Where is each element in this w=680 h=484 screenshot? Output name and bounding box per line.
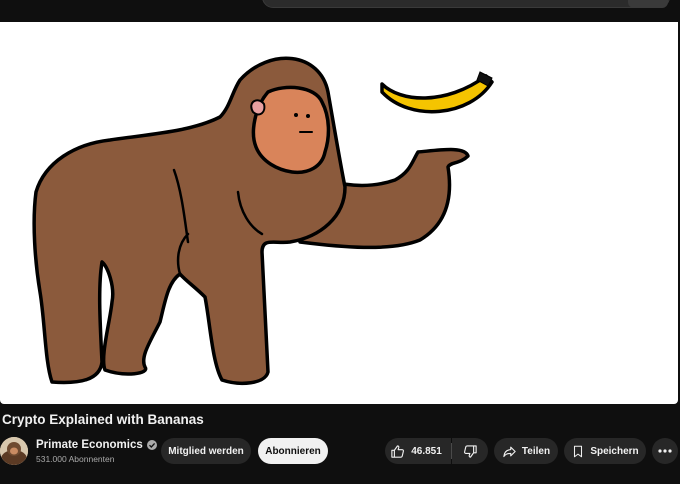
save-button[interactable]: Speichern [564, 438, 646, 464]
channel-avatar[interactable] [0, 437, 28, 465]
share-button[interactable]: Teilen [494, 438, 558, 464]
channel-info: Primate Economics 531.000 Abonnenten [36, 439, 157, 464]
subscribe-button[interactable]: Abonnieren [258, 438, 328, 464]
gorilla-avatar-icon [0, 437, 28, 465]
video-title: Crypto Explained with Bananas [2, 412, 204, 427]
subscribe-label: Abonnieren [265, 445, 321, 457]
video-frame-gorilla-banana [32, 56, 494, 386]
video-player[interactable] [0, 22, 678, 404]
top-bar [0, 0, 680, 22]
search-bar-edge[interactable] [262, 0, 670, 8]
header-control-edge[interactable] [628, 0, 668, 8]
more-actions-button[interactable] [652, 438, 678, 464]
join-membership-button[interactable]: Mitglied werden [161, 438, 251, 464]
channel-name[interactable]: Primate Economics [36, 439, 143, 451]
like-count: 46.851 [411, 445, 442, 457]
share-label: Teilen [521, 445, 551, 457]
save-label: Speichern [590, 445, 639, 457]
subscriber-count: 531.000 Abonnenten [36, 453, 115, 464]
dislike-button[interactable] [452, 438, 488, 464]
thumbs-up-icon [391, 444, 405, 458]
share-arrow-icon [503, 446, 516, 457]
thumbs-down-icon [463, 444, 477, 458]
banana-drawing [380, 71, 494, 114]
verified-icon [146, 439, 157, 450]
join-membership-label: Mitglied werden [168, 445, 244, 457]
channel-owner: Primate Economics 531.000 Abonnenten [0, 434, 157, 468]
more-horizontal-icon [658, 449, 672, 453]
bookmark-icon [574, 445, 583, 457]
like-button[interactable]: 46.851 [385, 438, 451, 464]
channel-name-row[interactable]: Primate Economics [36, 439, 157, 451]
